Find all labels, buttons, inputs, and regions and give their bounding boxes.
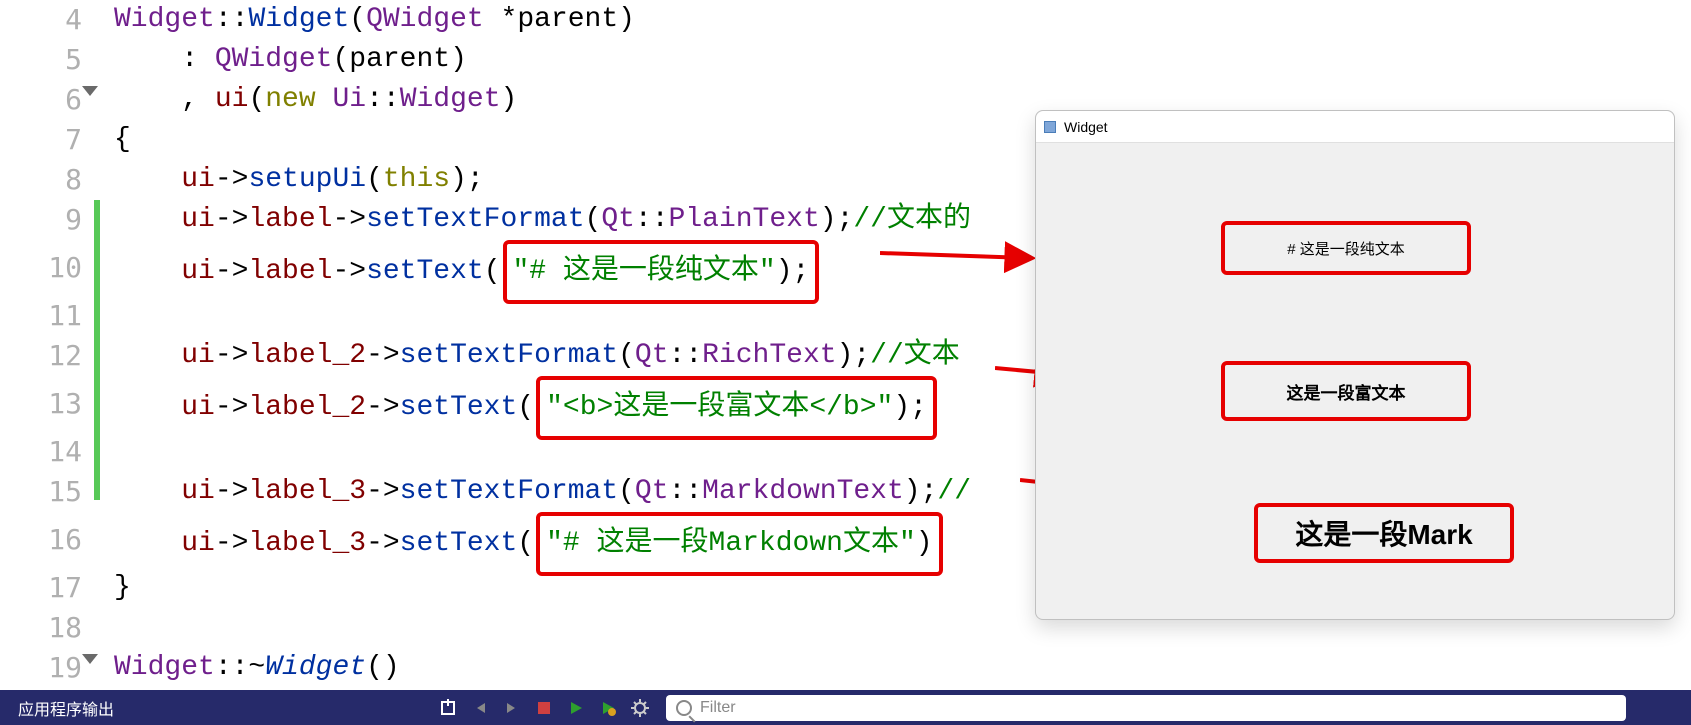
attach-button[interactable] xyxy=(432,690,464,725)
gutter: 11 xyxy=(0,296,92,339)
gutter: 13 xyxy=(0,376,92,435)
window-icon xyxy=(1044,121,1056,133)
filter-placeholder: Filter xyxy=(700,699,736,717)
gutter: 19 xyxy=(0,648,92,691)
fold-icon[interactable] xyxy=(82,654,98,664)
code-line[interactable]: 4 Widget::Widget(QWidget *parent) xyxy=(0,0,1691,40)
gutter: 10 xyxy=(0,240,92,299)
gutter: 15 xyxy=(0,472,92,515)
gutter: 7 xyxy=(0,120,92,163)
highlight-box: "# 这是一段纯文本"); xyxy=(503,240,820,304)
gutter: 8 xyxy=(0,160,92,203)
fold-icon[interactable] xyxy=(82,86,98,96)
output-toolbar: 应用程序输出 Filter xyxy=(0,690,1691,725)
highlight-box: "<b>这是一段富文本</b>"); xyxy=(536,376,937,440)
search-icon xyxy=(676,700,692,716)
gutter: 12 xyxy=(0,336,92,379)
debug-button[interactable] xyxy=(592,690,624,725)
code-line[interactable]: 5 : QWidget(parent) xyxy=(0,40,1691,80)
code-line[interactable]: 19 Widget::~Widget() xyxy=(0,648,1691,688)
output-panel-title[interactable]: 应用程序输出 xyxy=(0,696,132,720)
gutter: 5 xyxy=(0,40,92,83)
gutter: 17 xyxy=(0,568,92,611)
prev-button[interactable] xyxy=(464,690,496,725)
window-titlebar[interactable]: Widget xyxy=(1036,111,1674,143)
next-button[interactable] xyxy=(496,690,528,725)
gutter: 4 xyxy=(0,0,92,43)
gutter: 6 xyxy=(0,80,92,123)
highlight-box: "# 这是一段Markdown文本") xyxy=(536,512,942,576)
gutter: 9 xyxy=(0,200,92,243)
label-plaintext: # 这是一段纯文本 xyxy=(1221,221,1471,275)
label-markdown: 这是一段Mark xyxy=(1254,503,1514,563)
gutter: 18 xyxy=(0,608,92,651)
settings-button[interactable] xyxy=(624,690,656,725)
stop-button[interactable] xyxy=(528,690,560,725)
change-marker xyxy=(94,200,100,500)
gutter: 14 xyxy=(0,432,92,475)
window-title: Widget xyxy=(1064,119,1108,135)
preview-window[interactable]: Widget # 这是一段纯文本 这是一段富文本 这是一段Mark xyxy=(1035,110,1675,620)
label-richtext: 这是一段富文本 xyxy=(1221,361,1471,421)
gutter: 16 xyxy=(0,512,92,571)
run-button[interactable] xyxy=(560,690,592,725)
filter-input[interactable]: Filter xyxy=(666,695,1626,721)
